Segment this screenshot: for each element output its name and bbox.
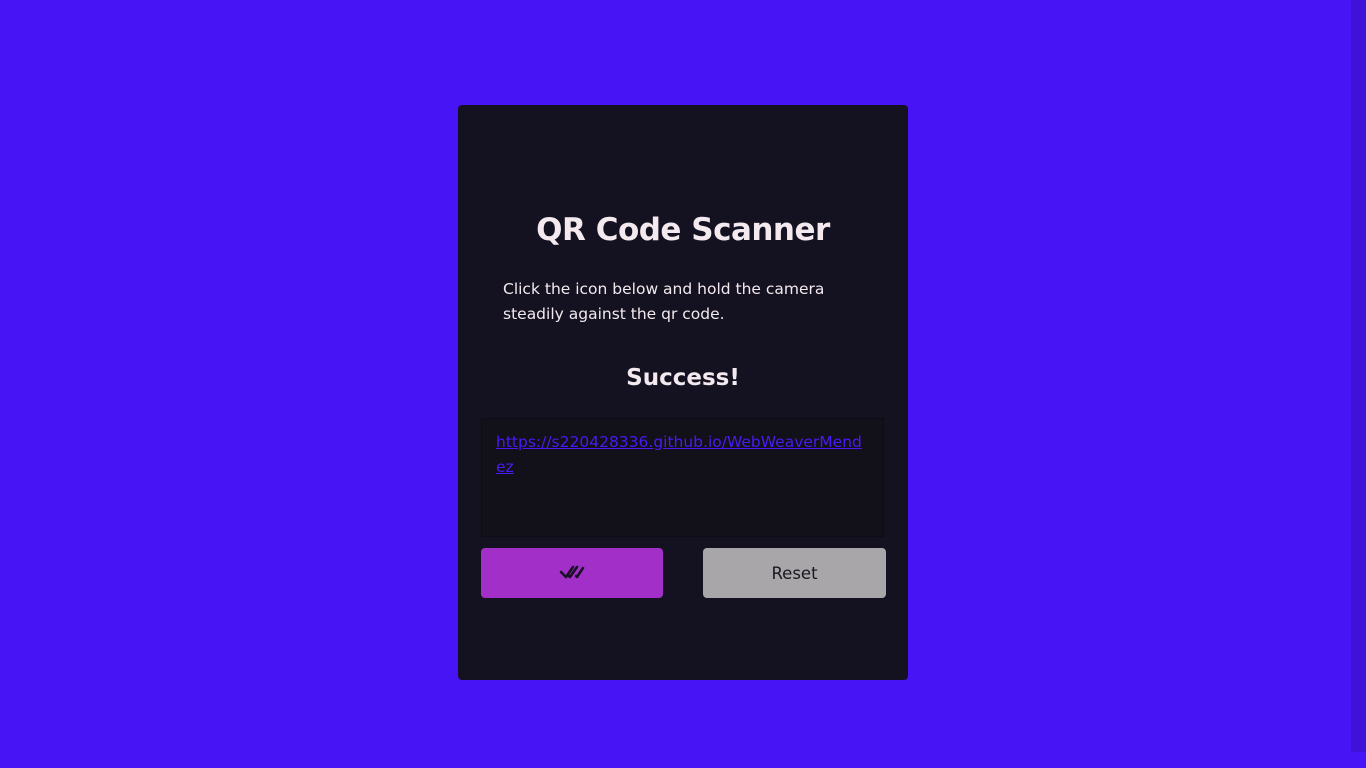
- result-link[interactable]: https://s220428336.github.io/WebWeaverMe…: [496, 433, 862, 476]
- reset-button[interactable]: Reset: [703, 548, 886, 598]
- result-textarea[interactable]: https://s220428336.github.io/WebWeaverMe…: [481, 418, 884, 537]
- confirm-button[interactable]: [481, 548, 663, 598]
- status-heading: Success!: [626, 365, 740, 391]
- scanner-card: QR Code Scanner Click the icon below and…: [458, 105, 908, 680]
- scrollbar[interactable]: [1351, 0, 1366, 752]
- page-title: QR Code Scanner: [536, 212, 830, 248]
- instructions-text: Click the icon below and hold the camera…: [503, 280, 825, 323]
- double-check-icon: [559, 564, 585, 583]
